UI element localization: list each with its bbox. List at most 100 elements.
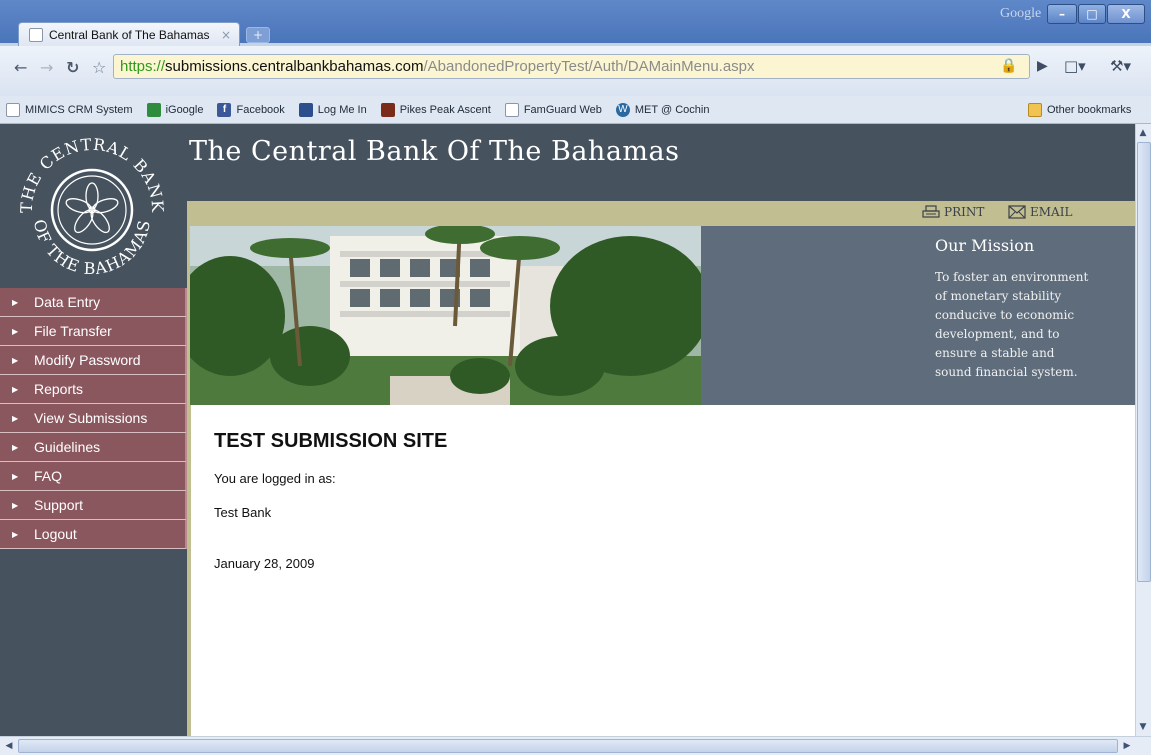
mission-text: To foster an environment of monetary sta… — [935, 268, 1125, 382]
tab-close-icon[interactable]: × — [221, 28, 231, 42]
nav-item-logout[interactable]: ▶ Logout — [0, 520, 187, 549]
other-bookmarks-label: Other bookmarks — [1047, 104, 1132, 116]
nav-item-data-entry[interactable]: ▶ Data Entry — [0, 288, 187, 317]
triangle-right-icon: ▶ — [12, 384, 19, 394]
bookmark-met-cochin[interactable]: W MET @ Cochin — [615, 102, 710, 117]
back-arrow-icon[interactable]: ← — [14, 58, 27, 77]
page-menu-icon[interactable]: □▾ — [1064, 57, 1086, 75]
site-header: The Central Bank Of The Bahamas — [187, 124, 1135, 201]
svg-text:THE CENTRAL BANK: THE CENTRAL BANK — [17, 135, 167, 214]
nav-item-label: Logout — [34, 526, 77, 542]
page-icon — [6, 102, 20, 117]
main-content: TEST SUBMISSION SITE You are logged in a… — [214, 430, 1094, 590]
bookmark-famguard[interactable]: FamGuard Web — [504, 102, 602, 117]
svg-text:OF THE BAHAMAS: OF THE BAHAMAS — [30, 218, 154, 279]
address-bar[interactable]: https://submissions.centralbankbahamas.c… — [113, 54, 1030, 79]
wrench-icon[interactable]: ⚒▾ — [1110, 57, 1131, 75]
mission-line: ensure a stable and — [935, 346, 1055, 360]
igoogle-icon — [146, 102, 161, 117]
mission-line: conducive to economic — [935, 308, 1075, 322]
other-bookmarks[interactable]: Other bookmarks — [1028, 103, 1131, 117]
printer-icon — [922, 205, 940, 218]
nav-item-label: Support — [34, 497, 84, 513]
bookmark-facebook[interactable]: f Facebook — [217, 102, 285, 117]
site-title: The Central Bank Of The Bahamas — [189, 136, 680, 167]
mission-line: To foster an environment — [935, 270, 1089, 284]
side-navigation: ▶ Data Entry ▶ File Transfer ▶ Modify Passw… — [0, 288, 187, 549]
tab-title: Central Bank of The Bahamas — [49, 27, 210, 42]
scroll-up-icon[interactable]: ▲ — [1136, 126, 1150, 140]
bookmark-logmein[interactable]: Log Me In — [298, 102, 367, 117]
bank-building-photo — [190, 226, 701, 405]
bookmark-label: Pikes Peak Ascent — [399, 103, 491, 116]
nav-item-label: File Transfer — [34, 323, 112, 339]
bookmark-pikes-peak[interactable]: Pikes Peak Ascent — [380, 102, 491, 117]
play-icon[interactable]: ▶ — [1037, 58, 1048, 74]
bookmarks-bar: MIMICS CRM System iGoogle f Facebook Log … — [0, 96, 1151, 124]
email-label: EMAIL — [1030, 205, 1073, 219]
bookmark-igoogle[interactable]: iGoogle — [146, 102, 203, 117]
nav-item-label: View Submissions — [34, 410, 148, 426]
facebook-icon: f — [217, 102, 232, 117]
nav-item-faq[interactable]: ▶ FAQ — [0, 462, 187, 491]
browser-toolbar: ← → ↻ ☆ https://submissions.centralbankb… — [0, 46, 1151, 96]
page-heading: TEST SUBMISSION SITE — [214, 430, 448, 452]
new-tab-button[interactable]: + — [246, 27, 270, 43]
nav-item-view-submissions[interactable]: ▶ View Submissions — [0, 404, 187, 433]
browser-titlebar: Central Bank of The Bahamas × + Google –… — [0, 0, 1151, 46]
logo-text-bottom: OF THE BAHAMAS — [30, 218, 153, 279]
triangle-right-icon: ▶ — [12, 500, 19, 510]
mission-line: of monetary stability — [935, 289, 1062, 303]
nav-item-support[interactable]: ▶ Support — [0, 491, 187, 520]
url-path: /AbandonedPropertyTest/Auth/DAMainMenu.a… — [423, 58, 755, 75]
url-scheme: https:// — [120, 58, 166, 75]
triangle-right-icon: ▶ — [12, 529, 19, 539]
triangle-right-icon: ▶ — [12, 471, 19, 481]
logged-in-label: You are logged in as: — [214, 471, 336, 486]
reload-icon[interactable]: ↻ — [66, 58, 79, 77]
vertical-scrollbar[interactable]: ▲ ▼ — [1135, 124, 1151, 736]
nav-item-label: Data Entry — [34, 294, 101, 310]
nav-item-modify-password[interactable]: ▶ Modify Password — [0, 346, 187, 375]
horizontal-scrollbar[interactable]: ◀ ▶ — [0, 736, 1151, 755]
page-icon — [29, 27, 43, 42]
scroll-down-icon[interactable]: ▼ — [1136, 720, 1150, 734]
scroll-right-icon[interactable]: ▶ — [1120, 739, 1134, 753]
nav-item-guidelines[interactable]: ▶ Guidelines — [0, 433, 187, 462]
print-link[interactable]: PRINT — [922, 205, 984, 219]
current-date: January 28, 2009 — [214, 556, 315, 571]
pikes-peak-icon — [380, 102, 395, 117]
triangle-right-icon: ▶ — [12, 355, 19, 365]
page-viewport: THE CENTRAL BANK OF THE BAHAMAS ▶ Data En… — [0, 124, 1135, 736]
close-button[interactable]: X — [1107, 4, 1145, 24]
bookmark-label: MIMICS CRM System — [25, 103, 133, 116]
nav-item-reports[interactable]: ▶ Reports — [0, 375, 187, 404]
left-column: THE CENTRAL BANK OF THE BAHAMAS ▶ Data En… — [0, 124, 187, 736]
horizontal-scroll-thumb[interactable] — [18, 739, 1118, 753]
scroll-left-icon[interactable]: ◀ — [2, 739, 16, 753]
email-link[interactable]: EMAIL — [1008, 205, 1072, 219]
logo-text-top: THE CENTRAL BANK — [17, 135, 166, 214]
url-host: submissions.centralbankbahamas.com — [165, 58, 424, 75]
forward-arrow-icon[interactable]: → — [40, 58, 53, 77]
bookmark-mimics[interactable]: MIMICS CRM System — [6, 102, 133, 117]
window-label: Google — [1000, 6, 1042, 21]
bookmark-label: FamGuard Web — [523, 103, 602, 116]
logged-in-user: Test Bank — [214, 505, 272, 520]
minimize-button[interactable]: – — [1047, 4, 1077, 24]
browser-tab[interactable]: Central Bank of The Bahamas × — [18, 22, 240, 46]
nav-item-label: FAQ — [34, 468, 63, 484]
maximize-button[interactable]: □ — [1078, 4, 1106, 24]
page-icon — [504, 102, 519, 117]
mission-panel: Our Mission To foster an environment of … — [701, 226, 1135, 405]
vertical-scroll-thumb[interactable] — [1137, 142, 1151, 582]
bookmark-label: Facebook — [236, 103, 285, 116]
mission-line: sound financial system. — [935, 365, 1078, 379]
triangle-right-icon: ▶ — [12, 413, 19, 423]
nav-item-label: Guidelines — [34, 439, 101, 455]
lock-icon[interactable]: 🔒 — [1000, 58, 1017, 74]
bookmark-label: MET @ Cochin — [634, 103, 710, 116]
bank-seal-logo: THE CENTRAL BANK OF THE BAHAMAS — [17, 135, 167, 279]
bookmark-star-icon[interactable]: ☆ — [92, 58, 106, 77]
nav-item-file-transfer[interactable]: ▶ File Transfer — [0, 317, 187, 346]
